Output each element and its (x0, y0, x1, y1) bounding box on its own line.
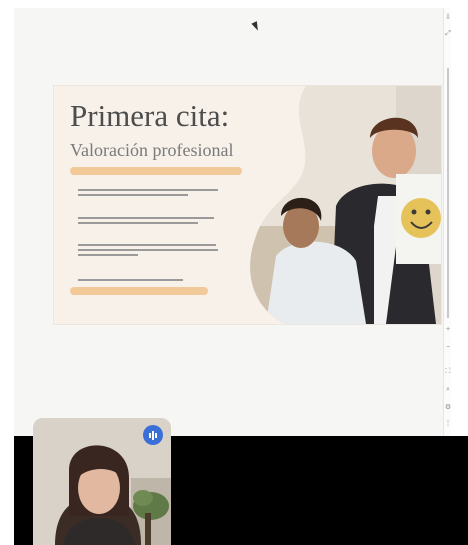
highlight-stroke (70, 287, 208, 295)
fit-icon[interactable]: ⛶ (444, 368, 451, 376)
window-edge (451, 8, 468, 436)
add-icon[interactable]: + (444, 326, 451, 334)
slide-bullet (78, 214, 228, 227)
audio-activity-icon (143, 425, 163, 445)
slide-subtitle: Valoración profesional (70, 140, 234, 160)
slide-bullet (78, 276, 228, 284)
more-icon[interactable]: ⋮ (444, 420, 452, 428)
therapy-photo (250, 86, 441, 324)
search-icon[interactable]: ⌕ (444, 386, 451, 394)
settings-icon[interactable]: ⚙ (444, 404, 451, 412)
expand-icon[interactable]: ⤢ (444, 30, 451, 38)
shared-screen: ⇩ ⤢ + − ⛶ ⌕ ⚙ ⋮ Primera cita: Valoración… (14, 8, 451, 436)
slide-bullet (78, 241, 228, 259)
viewer-toolbar: ⇩ ⤢ + − ⛶ ⌕ ⚙ ⋮ (443, 8, 451, 436)
remove-icon[interactable]: − (444, 344, 451, 352)
highlight-stroke (70, 167, 242, 175)
presentation-slide: Primera cita: Valoración profesional (54, 86, 441, 324)
slide-bullet (78, 186, 228, 199)
mouse-cursor-icon (251, 21, 261, 32)
download-icon[interactable]: ⇩ (444, 14, 451, 22)
scroll-track[interactable] (447, 68, 449, 318)
slide-title: Primera cita: (70, 98, 230, 133)
